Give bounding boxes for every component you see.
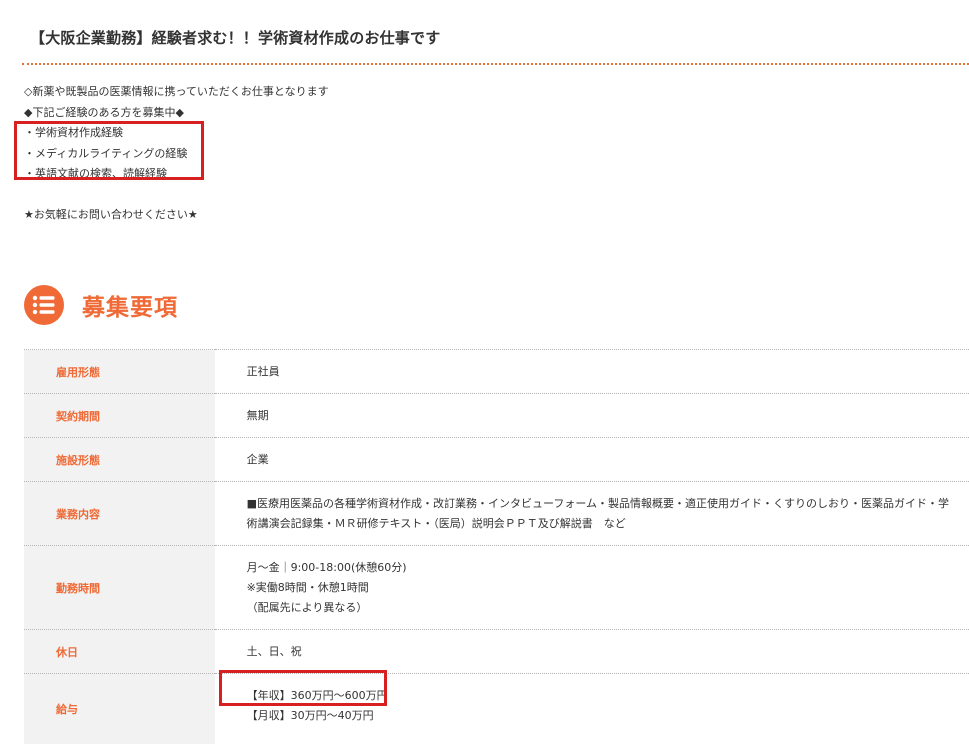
table-row: 契約期間 無期 [24,393,969,438]
table-row: 給与 【年収】360万円～600万円 【月収】30万円～40万円 [24,673,969,744]
row-value-contract-period: 無期 [246,408,269,422]
row-value-holidays: 土、日、祝 [246,644,302,658]
table-row: 休日 土、日、祝 [24,629,969,674]
section-heading: 募集要項 [24,285,178,325]
row-label-salary: 給与 [24,673,215,744]
table-row: 雇用形態 正社員 [24,349,969,394]
duties-line: ■医療用医薬品の各種学術資材作成・改訂業務・インタビューフォーム・製品情報概要・… [246,496,949,510]
row-value-facility-type: 企業 [246,452,269,466]
section-title: 募集要項 [82,295,178,321]
row-value-working-hours: 月～金｜9:00-18:00(休憩60分) ※実働8時間・休憩1時間 （配属先に… [215,546,969,630]
intro-line: ◇新薬や既製品の医薬情報に携っていただくお仕事となります [24,85,329,98]
table-row: 業務内容 ■医療用医薬品の各種学術資材作成・改訂業務・インタビューフォーム・製品… [24,481,969,546]
hours-line: 月～金｜9:00-18:00(休憩60分) [246,560,407,574]
title-divider [22,63,969,65]
duties-line: 術講演会記録集・ＭＲ研修テキスト・（医局）説明会ＰＰＴ及び解説書 など [246,516,626,530]
highlight-box-experience [14,121,204,180]
salary-monthly: 【月収】30万円～40万円 [246,709,374,722]
intro-closing: ★お気軽にお問い合わせください★ [24,208,198,221]
row-label-facility-type: 施設形態 [24,437,215,482]
row-label-duties: 業務内容 [24,481,215,546]
hours-line: ※実働8時間・休憩1時間 [246,580,369,594]
hours-line: （配属先により異なる） [246,600,368,614]
row-label-employment-type: 雇用形態 [24,349,215,394]
row-value-employment-type: 正社員 [246,364,280,378]
row-label-working-hours: 勤務時間 [24,545,215,630]
intro-spacer [24,185,329,206]
table-row: 勤務時間 月～金｜9:00-18:00(休憩60分) ※実働8時間・休憩1時間 … [24,545,969,630]
row-value-duties: ■医療用医薬品の各種学術資材作成・改訂業務・インタビューフォーム・製品情報概要・… [215,482,969,546]
table-row: 施設形態 企業 [24,437,969,482]
intro-line: ◆下記ご経験のある方を募集中◆ [24,105,184,119]
row-label-holidays: 休日 [24,629,215,674]
requirements-table: 雇用形態 正社員 契約期間 無期 施設形態 企業 業務内容 ■医療用医薬品の各種… [24,349,969,744]
row-label-contract-period: 契約期間 [24,393,215,438]
job-title: 【大阪企業勤務】経験者求む！！学術資材作成のお仕事です [30,29,441,47]
list-icon [24,285,64,325]
highlight-box-salary [219,670,387,706]
